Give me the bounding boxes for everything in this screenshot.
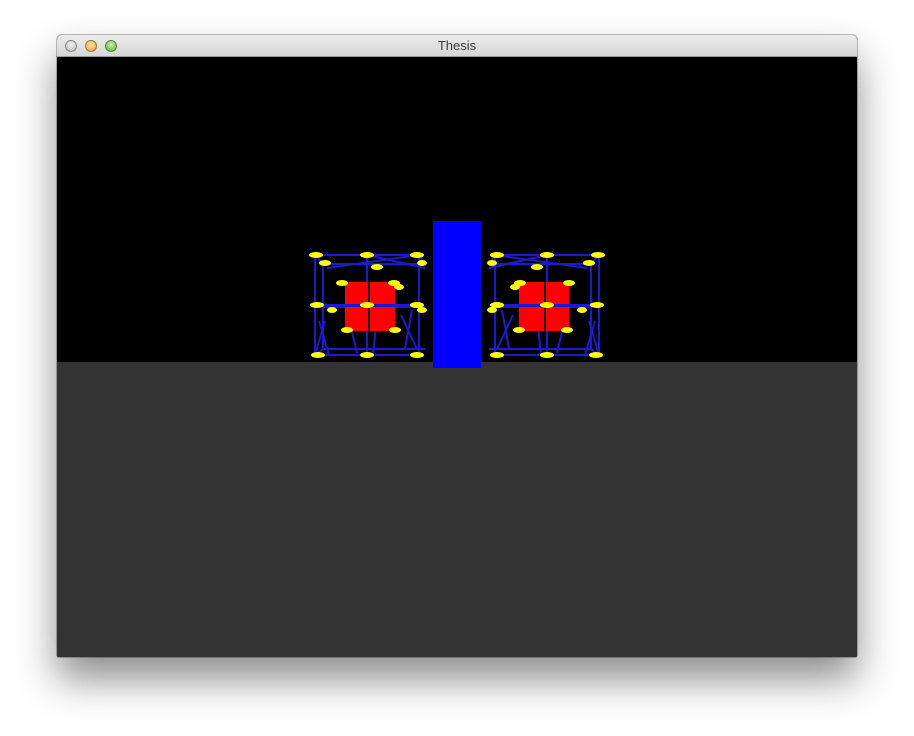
title-bar[interactable]: Thesis (57, 35, 857, 57)
scene-canvas (309, 221, 605, 368)
window-title: Thesis (437, 38, 477, 53)
blue-pillar (433, 221, 481, 368)
3d-viewport[interactable] (57, 57, 857, 657)
app-window: Thesis (57, 35, 857, 657)
